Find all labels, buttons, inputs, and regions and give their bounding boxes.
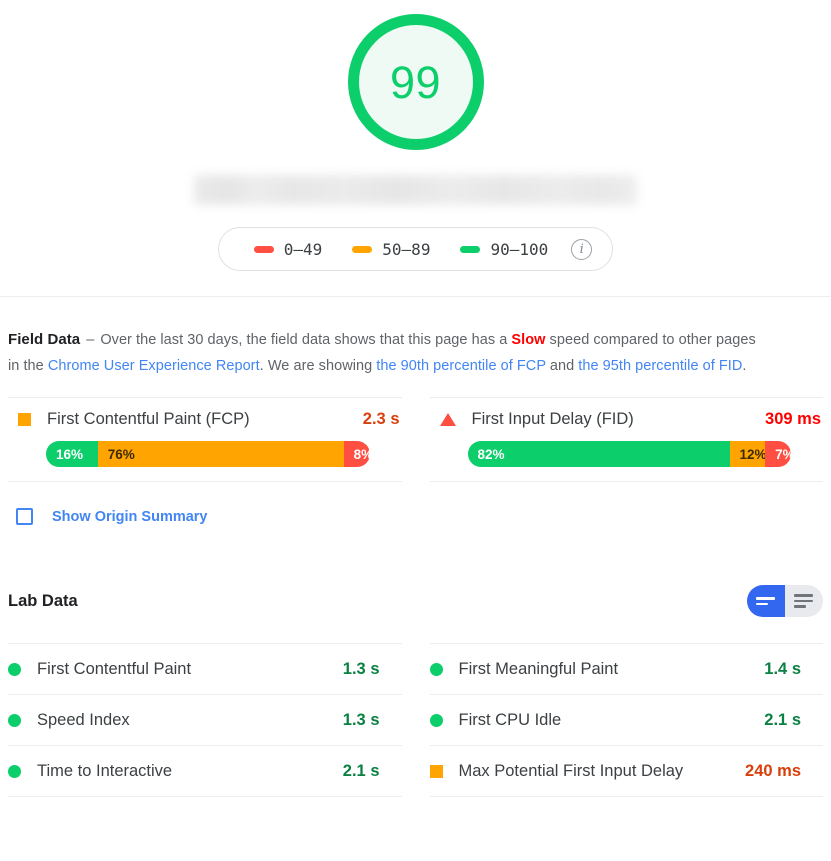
section-divider <box>0 296 831 297</box>
info-icon[interactable]: i <box>571 238 593 260</box>
link-crux-report[interactable]: Chrome User Experience Report <box>48 358 260 374</box>
lab-metric-name: First Contentful Paint <box>37 659 192 678</box>
bar-segment-slow: 8% <box>343 441 370 467</box>
toggle-compact-view[interactable] <box>747 585 785 617</box>
legend-label-medium: 50–89 <box>382 239 431 259</box>
list-line-icon <box>794 605 806 608</box>
show-origin-summary-label: Show Origin Summary <box>52 508 208 525</box>
score-legend: 0–49 50–89 90–100 i <box>217 227 614 271</box>
fd-slow-label: Slow <box>511 332 546 348</box>
metric-divider-bottom <box>429 481 823 482</box>
bar-segment-average: 12% <box>729 441 767 467</box>
toggle-expanded-view[interactable] <box>785 585 823 617</box>
triangle-icon <box>439 413 456 426</box>
circle-icon <box>429 662 443 676</box>
lab-data-header: Lab Data <box>0 585 831 617</box>
lab-metric-value: 2.1 s <box>764 710 801 729</box>
metric-value-fid: 309 ms <box>765 410 821 428</box>
metric-name-fcp: First Contentful Paint (FCP) <box>47 410 250 428</box>
score-value: 99 <box>389 56 442 108</box>
show-origin-summary-row[interactable]: Show Origin Summary <box>8 508 823 525</box>
distribution-bar-fid: 82% 12% 7% <box>467 441 791 467</box>
bar-segment-average: 76% <box>97 441 344 467</box>
gauge-ring: 99 <box>347 14 484 150</box>
fd-text-1: Over the last 30 days, the field data sh… <box>100 332 512 348</box>
field-data-title: Field Data <box>8 331 81 348</box>
lab-column-left: First Contentful Paint 1.3 s Speed Index… <box>8 643 402 797</box>
info-glyph: i <box>579 241 584 257</box>
lab-metric-value: 2.1 s <box>342 761 380 780</box>
dash-icon <box>460 245 481 253</box>
circle-icon <box>8 662 21 676</box>
list-line-icon <box>756 597 775 600</box>
table-row: Speed Index 1.3 s <box>8 694 402 745</box>
lab-metric-name: Speed Index <box>37 710 130 729</box>
field-metrics-grid: First Contentful Paint (FCP) 2.3 s 16% 7… <box>8 397 823 482</box>
dash-icon <box>253 245 274 253</box>
field-data-section: Field Data – Over the last 30 days, the fi… <box>0 327 831 525</box>
lab-metric-name: Max Potential First Input Delay <box>458 761 684 780</box>
lab-data-section: Lab Data First Contentful Paint 1.3 s Sp… <box>0 585 831 797</box>
table-row: First Contentful Paint 1.3 s <box>8 643 402 694</box>
lab-metric-value: 1.4 s <box>764 659 801 678</box>
distribution-bar-fcp: 16% 76% 8% <box>46 441 370 467</box>
metric-header-fid: First Input Delay (FID) 309 ms <box>430 398 824 439</box>
list-line-icon <box>756 602 768 605</box>
lab-metric-name: First Meaningful Paint <box>458 659 619 678</box>
list-line-icon <box>794 594 813 597</box>
checkbox-icon[interactable] <box>16 508 33 525</box>
fd-text-5: . <box>742 358 747 374</box>
legend-label-high: 90–100 <box>490 239 549 259</box>
field-data-dash: – <box>86 332 95 348</box>
metric-name-fid: First Input Delay (FID) <box>471 410 634 428</box>
score-gauge: 99 <box>341 14 491 150</box>
table-row: First Meaningful Paint 1.4 s <box>429 643 823 694</box>
lab-metric-name: First CPU Idle <box>458 710 562 729</box>
fd-text-3: . We are showing <box>259 358 377 374</box>
table-row: Max Potential First Input Delay 240 ms <box>429 745 823 796</box>
circle-icon <box>8 764 21 778</box>
lab-metric-value: 240 ms <box>745 761 801 780</box>
lab-column-bottom-divider <box>429 796 823 797</box>
lab-data-title: Lab Data <box>8 591 78 610</box>
field-data-description: Field Data – Over the last 30 days, the fi… <box>8 327 768 379</box>
dash-icon <box>352 245 373 253</box>
metric-header-fcp: First Contentful Paint (FCP) 2.3 s <box>8 398 402 439</box>
legend-item-high: 90–100 <box>445 240 563 259</box>
link-fid-percentile[interactable]: the 95th percentile of FID <box>578 358 742 374</box>
lab-column-right: First Meaningful Paint 1.4 s First CPU I… <box>429 643 823 797</box>
fd-text-4: and <box>545 358 579 374</box>
metric-divider-bottom <box>8 481 402 482</box>
bar-segment-fast: 82% <box>467 441 730 467</box>
table-row: Time to Interactive 2.1 s <box>8 745 402 796</box>
legend-item-low: 0–49 <box>239 240 338 259</box>
legend-item-medium: 50–89 <box>337 240 445 259</box>
lab-column-bottom-divider <box>8 796 402 797</box>
pagespeed-report: 99 0–49 50–89 90–100 i Field Data – Over… <box>0 0 831 861</box>
circle-icon <box>8 713 21 727</box>
table-row: First CPU Idle 2.1 s <box>429 694 823 745</box>
bar-segment-fast: 16% <box>46 441 98 467</box>
lab-metric-value: 1.3 s <box>342 710 380 729</box>
field-metric-fid: First Input Delay (FID) 309 ms 82% 12% 7… <box>429 397 824 482</box>
lab-metric-value: 1.3 s <box>342 659 380 678</box>
lab-view-toggle <box>747 585 823 617</box>
list-line-icon <box>794 599 813 603</box>
lab-metrics-grid: First Contentful Paint 1.3 s Speed Index… <box>0 643 831 797</box>
lab-metric-name: Time to Interactive <box>37 761 173 780</box>
score-section: 99 0–49 50–89 90–100 i <box>0 0 831 297</box>
square-icon <box>18 413 31 426</box>
field-metric-fcp: First Contentful Paint (FCP) 2.3 s 16% 7… <box>8 397 402 482</box>
metric-value-fcp: 2.3 s <box>362 410 400 428</box>
redacted-url-bar <box>194 175 637 205</box>
square-icon <box>429 764 443 778</box>
circle-icon <box>429 713 443 727</box>
link-fcp-percentile[interactable]: the 90th percentile of FCP <box>376 358 546 374</box>
bar-segment-slow: 7% <box>765 441 791 467</box>
legend-label-low: 0–49 <box>283 239 323 259</box>
